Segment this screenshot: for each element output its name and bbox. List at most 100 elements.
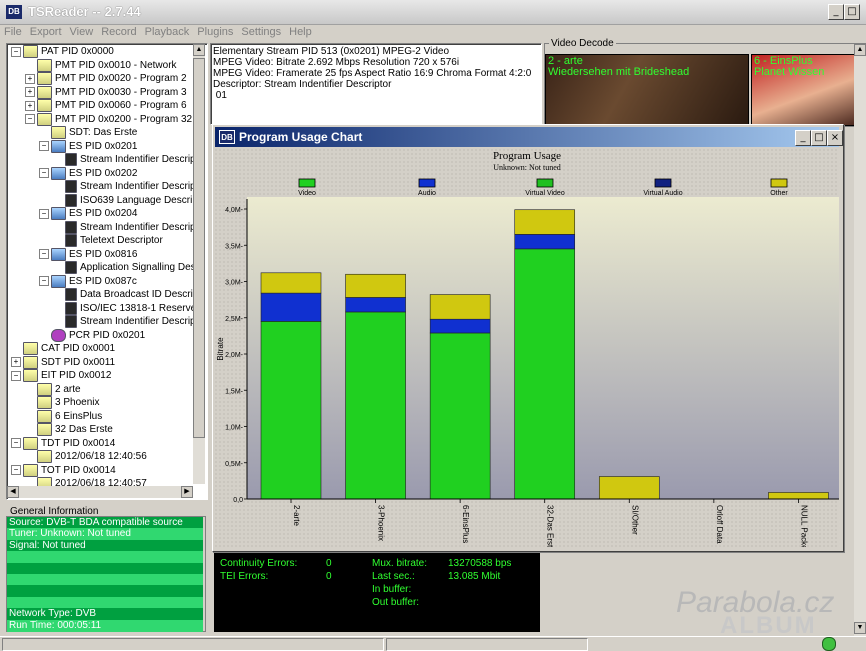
tree-item[interactable]: 3 Phoenix: [25, 396, 99, 409]
tree-hscrollbar[interactable]: ◀ ▶: [7, 486, 193, 498]
main-scrollbar[interactable]: ▲ ▼: [854, 44, 866, 636]
x-tick-label: 6-EinsPlus: [461, 505, 470, 543]
chart-close-button[interactable]: ×: [827, 130, 843, 146]
y-tick-label: 3,5M-: [225, 243, 244, 250]
mux-value: 13270588 bps: [448, 558, 512, 569]
chart-title-bar[interactable]: DB Program Usage Chart _ □ ×: [215, 127, 843, 147]
tree-item[interactable]: + PMT PID 0x0020 - Program 2: [25, 72, 187, 85]
tree-item-label: ES PID 0x0201: [69, 140, 138, 152]
bar-segment: [598, 476, 660, 500]
tree-item-label: Stream Indentifier Descrip: [80, 181, 196, 193]
pid-icon: [37, 72, 52, 85]
expand-icon[interactable]: +: [25, 100, 35, 111]
tree-item[interactable]: − EIT PID 0x0012: [11, 369, 111, 382]
legend-swatch: [770, 178, 788, 188]
chart-minimize-button[interactable]: _: [795, 130, 811, 146]
main-scroll-up-icon[interactable]: ▲: [854, 44, 866, 56]
collapse-icon[interactable]: −: [11, 438, 21, 448]
scroll-right-icon[interactable]: ▶: [181, 486, 193, 498]
menu-item-playback[interactable]: Playback: [141, 25, 194, 39]
tree-item[interactable]: − ES PID 0x087c: [39, 274, 137, 288]
continuity-value: 0: [326, 558, 332, 569]
desc-icon: [65, 261, 77, 274]
minimize-button[interactable]: _: [828, 4, 844, 20]
desc-icon: [65, 220, 77, 234]
main-scroll-down-icon[interactable]: ▼: [854, 622, 866, 634]
tree-item-label: ES PID 0x087c: [69, 275, 137, 287]
collapse-icon[interactable]: −: [39, 249, 49, 259]
collapse-icon[interactable]: −: [11, 465, 21, 475]
scroll-thumb[interactable]: [193, 58, 205, 438]
tree-item[interactable]: − PMT PID 0x0200 - Program 32: [25, 112, 192, 126]
desc-icon: [65, 153, 77, 166]
menu-item-settings[interactable]: Settings: [237, 25, 285, 39]
collapse-icon[interactable]: −: [39, 208, 49, 219]
expand-icon[interactable]: +: [25, 73, 35, 84]
collapse-icon[interactable]: −: [11, 46, 21, 57]
tree-item[interactable]: − ES PID 0x0201: [39, 139, 138, 153]
chart-maximize-button[interactable]: □: [811, 130, 827, 146]
pid-icon: [37, 396, 52, 409]
tree-item[interactable]: Application Signalling Des: [53, 261, 196, 274]
tree-item[interactable]: − TOT PID 0x0014: [11, 463, 116, 477]
bar-segment: [260, 321, 322, 500]
expand-icon[interactable]: +: [11, 357, 21, 367]
tree-item[interactable]: Stream Indentifier Descrip: [53, 315, 196, 328]
pid-icon: [23, 463, 38, 477]
collapse-icon[interactable]: −: [11, 370, 21, 381]
tree-item[interactable]: − TDT PID 0x0014: [11, 436, 115, 450]
tree-item[interactable]: − ES PID 0x0816: [39, 247, 137, 261]
tree-item[interactable]: − ES PID 0x0204: [39, 207, 137, 220]
tree-item[interactable]: + PMT PID 0x0060 - Program 6: [25, 99, 187, 112]
bar-segment: [429, 332, 491, 500]
x-tick-label: NULL Packets: [799, 505, 808, 547]
tree-item[interactable]: + SDT PID 0x0011: [11, 355, 115, 369]
tree-item[interactable]: + PMT PID 0x0030 - Program 3: [25, 85, 187, 99]
collapse-icon[interactable]: −: [39, 276, 49, 286]
collapse-icon[interactable]: −: [25, 114, 35, 124]
video-thumb-einsplus[interactable]: 6 - EinsPlus Planet Wissen: [751, 54, 865, 126]
menu-item-plugins[interactable]: Plugins: [193, 25, 237, 39]
menu-item-help[interactable]: Help: [285, 25, 316, 39]
tree-item[interactable]: PMT PID 0x0010 - Network: [25, 58, 177, 72]
tree-item[interactable]: Stream Indentifier Descrip: [53, 220, 196, 234]
es-icon: [51, 247, 66, 261]
pid-icon: [37, 382, 52, 396]
tree-item[interactable]: Data Broadcast ID Descri: [53, 288, 193, 301]
collapse-icon[interactable]: −: [39, 168, 49, 178]
video-thumb-arte[interactable]: 2 - arte Wiedersehen mit Brideshead: [545, 54, 749, 126]
tree-item[interactable]: ISO/IEC 13818-1 Reserve: [53, 301, 196, 315]
tree-item[interactable]: − PAT PID 0x0000: [11, 45, 114, 58]
tree-item[interactable]: 2 arte: [25, 382, 81, 396]
collapse-icon[interactable]: −: [39, 141, 49, 151]
legend-label: Video: [298, 190, 316, 197]
legend-label: Audio: [418, 190, 436, 197]
tree-item-label: CAT PID 0x0001: [41, 343, 116, 355]
tree-scrollbar[interactable]: ▲: [193, 44, 205, 484]
menu-item-export[interactable]: Export: [26, 25, 66, 39]
menu-item-file[interactable]: File: [0, 25, 26, 39]
menu-item-record[interactable]: Record: [97, 25, 140, 39]
scroll-left-icon[interactable]: ◀: [7, 486, 19, 498]
tree-item[interactable]: SDT: Das Erste: [39, 126, 137, 139]
scroll-up-icon[interactable]: ▲: [193, 44, 205, 56]
program-usage-chart-window[interactable]: DB Program Usage Chart _ □ × Program Usa…: [212, 124, 844, 552]
general-info-row: Tuner: Unknown: Not tuned: [7, 528, 203, 541]
tree-item[interactable]: 2012/06/18 12:40:56: [25, 450, 147, 463]
tree-item[interactable]: PCR PID 0x0201: [39, 328, 145, 342]
menu-item-view[interactable]: View: [66, 25, 98, 39]
pid-tree[interactable]: − PAT PID 0x0000 PMT PID 0x0010 - Network +…: [6, 43, 208, 500]
maximize-button[interactable]: □: [844, 4, 860, 20]
expand-icon[interactable]: +: [25, 87, 35, 97]
tree-item[interactable]: Stream Indentifier Descrip: [53, 180, 196, 193]
es-icon: [51, 166, 66, 180]
tree-item-label: 6 EinsPlus: [55, 410, 103, 422]
tree-item[interactable]: Teletext Descriptor: [53, 234, 163, 247]
tree-item[interactable]: 32 Das Erste: [25, 423, 113, 436]
tree-item[interactable]: CAT PID 0x0001: [11, 342, 115, 355]
tree-item[interactable]: 6 EinsPlus: [25, 409, 103, 423]
tree-item[interactable]: − ES PID 0x0202: [39, 166, 137, 180]
tree-item[interactable]: ISO639 Language Descri: [53, 193, 192, 207]
app-logo-icon: DB: [6, 5, 22, 19]
tree-item[interactable]: Stream Indentifier Descrip: [53, 153, 196, 166]
